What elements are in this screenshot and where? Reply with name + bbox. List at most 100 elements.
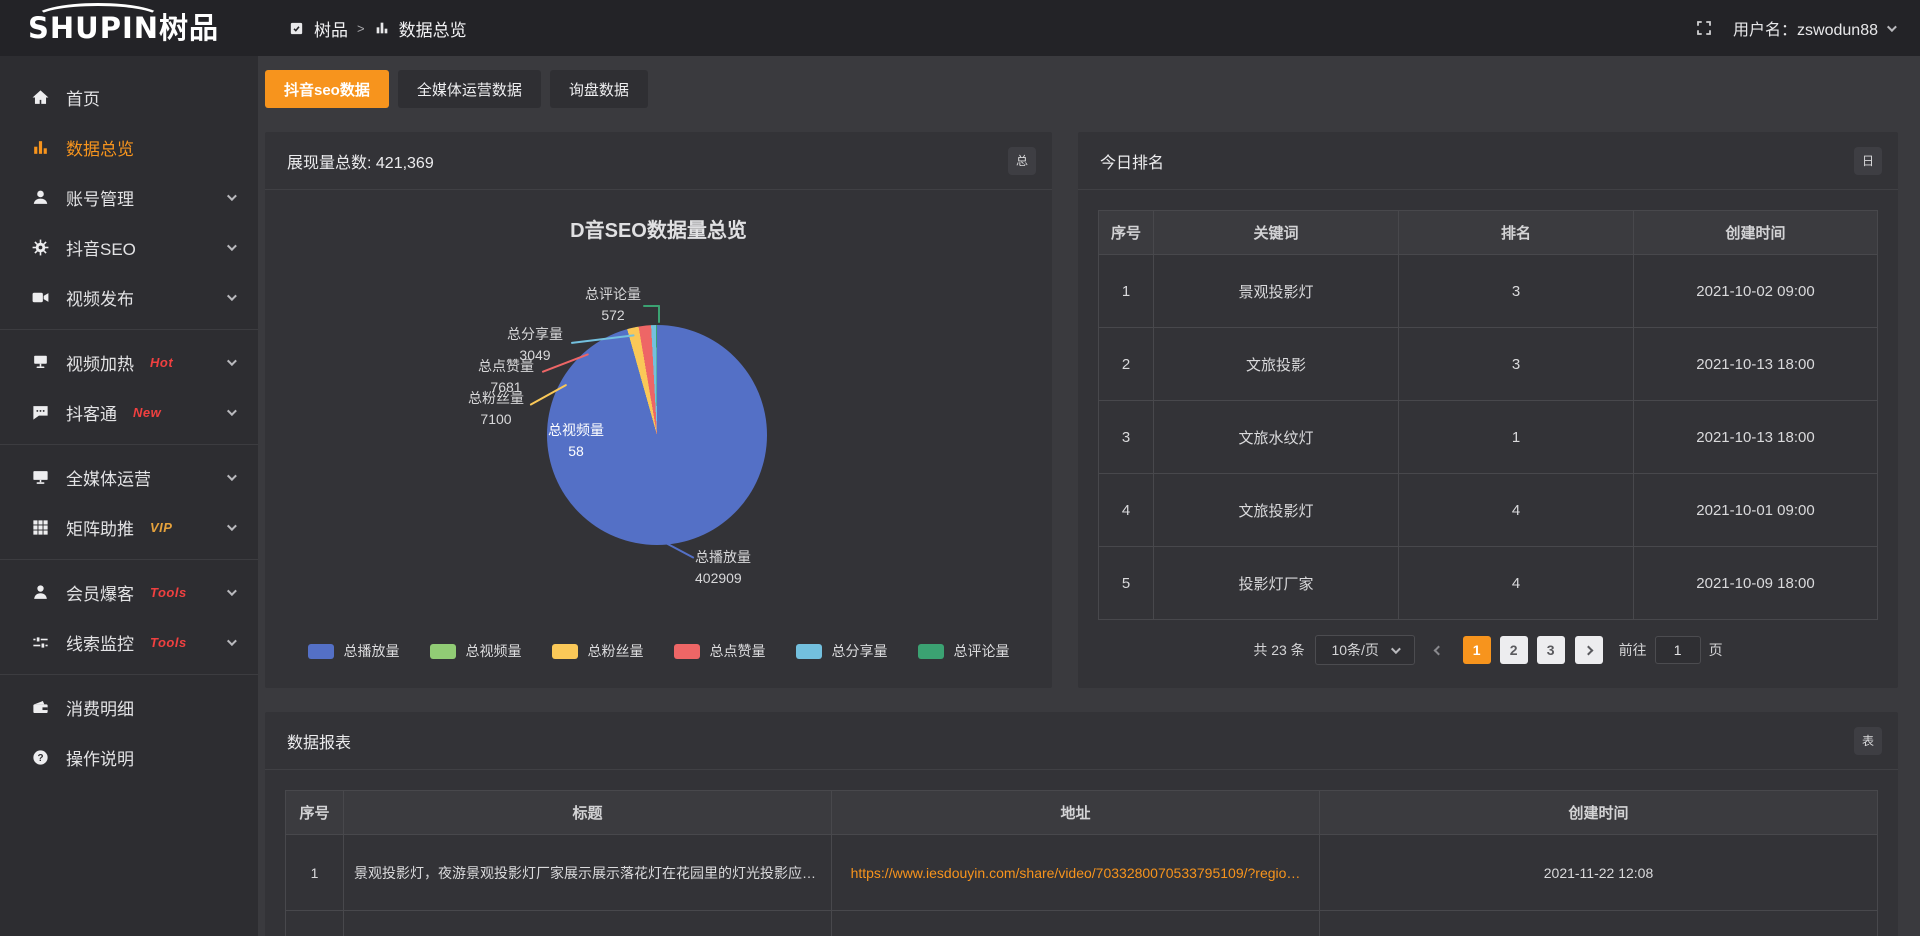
legend-label: 总视频量 <box>466 641 522 661</box>
sidebar-item-clue-monitor[interactable]: 线索监控 Tools <box>0 617 258 667</box>
sidebar-item-video-publish[interactable]: 视频发布 <box>0 272 258 322</box>
chevron-down-icon <box>227 191 237 201</box>
goto-page-input[interactable] <box>1655 636 1701 664</box>
column-header: 序号 <box>286 791 344 835</box>
table-row: 2文旅投影32021-10-13 18:00 <box>1099 328 1878 401</box>
sidebar-item-help[interactable]: ? 操作说明 <box>0 732 258 782</box>
ranking-table-head: 序号关键词排名创建时间 <box>1099 211 1878 255</box>
pie-chart-area: D音SEO数据量总览 总评论量572 总分享量3049 总点赞量7681 <box>265 190 1052 687</box>
ranking-table-body: 1景观投影灯32021-10-02 09:002文旅投影32021-10-13 … <box>1099 255 1878 620</box>
leader-line <box>664 541 695 559</box>
tab-inquiry-data[interactable]: 询盘数据 <box>550 70 648 108</box>
app-logo[interactable]: SHUPIN树品 <box>0 0 258 56</box>
tab-douyin-seo-data[interactable]: 抖音seo数据 <box>265 70 389 108</box>
table-cell: 1 <box>1399 401 1634 474</box>
legend-item[interactable]: 总分享量 <box>796 641 888 661</box>
legend-item[interactable]: 总视频量 <box>430 641 522 661</box>
legend-item[interactable]: 总播放量 <box>308 641 400 661</box>
ranking-table: 序号关键词排名创建时间 1景观投影灯32021-10-02 09:002文旅投影… <box>1098 210 1878 620</box>
next-page-button[interactable] <box>1575 636 1603 664</box>
table-row: 5投影灯厂家42021-10-09 18:00 <box>1099 547 1878 620</box>
user-menu[interactable]: 用户名：zswodun88 <box>1733 16 1894 40</box>
tab-media-operation-data[interactable]: 全媒体运营数据 <box>398 70 541 108</box>
chart-icon <box>30 137 50 157</box>
sidebar-item-home[interactable]: 首页 <box>0 72 258 122</box>
member-icon <box>30 582 50 602</box>
pie-label-play: 总播放量402909 <box>695 547 785 589</box>
legend-swatch <box>796 644 822 659</box>
sidebar-item-video-heat[interactable]: 视频加热Hot <box>0 337 258 387</box>
sidebar-item-doukertong[interactable]: 抖客通New <box>0 387 258 437</box>
pie-label-video: 总视频量58 <box>545 420 607 462</box>
sidebar-item-badge: Tools <box>150 585 187 600</box>
legend-swatch <box>918 644 944 659</box>
table-row: 1景观投影灯，夜游景观投影灯厂家展示展示落花灯在花园里的灯光投影应用效果 #…h… <box>286 835 1878 911</box>
report-table-body: 1景观投影灯，夜游景观投影灯厂家展示展示落花灯在花园里的灯光投影应用效果 #…h… <box>286 835 1878 936</box>
sidebar-item-badge: Hot <box>150 355 173 370</box>
sidebar-item-matrix-boost[interactable]: 矩阵助推VIP <box>0 502 258 552</box>
panels-row: 展现量总数: 421,369 总 D音SEO数据量总览 总评论量572 总分享量… <box>265 132 1898 688</box>
legend-swatch <box>674 644 700 659</box>
report-badge-button[interactable]: 表 <box>1854 727 1882 755</box>
table-row <box>286 911 1878 936</box>
monitor-icon <box>30 467 50 487</box>
column-header: 序号 <box>1099 211 1154 255</box>
report-panel: 数据报表 表 序号标题地址创建时间 1景观投影灯，夜游景观投影灯厂家展示展示落花… <box>265 712 1898 936</box>
sidebar-menu: 首页数据总览账号管理抖音SEO 视频发布视频加热Hot抖客通New 全媒体运营矩阵助… <box>0 56 258 936</box>
chevron-down-icon <box>227 521 237 531</box>
video-icon <box>30 287 50 307</box>
prev-page-button[interactable] <box>1425 636 1453 664</box>
table-cell: 1 <box>1099 255 1154 328</box>
table-row: 1景观投影灯32021-10-02 09:00 <box>1099 255 1878 328</box>
column-header: 地址 <box>832 791 1320 835</box>
sidebar-item-label: 数据总览 <box>66 135 134 160</box>
page-size-select[interactable]: 10条/页 <box>1315 635 1415 665</box>
report-title: 数据报表 <box>287 729 351 753</box>
overview-badge-button[interactable]: 总 <box>1008 147 1036 175</box>
legend-item[interactable]: 总评论量 <box>918 641 1010 661</box>
sidebar-item-label: 首页 <box>66 85 100 110</box>
overview-panel: 展现量总数: 421,369 总 D音SEO数据量总览 总评论量572 总分享量… <box>265 132 1052 688</box>
fullscreen-icon[interactable] <box>1695 19 1713 37</box>
sidebar-item-badge: New <box>133 405 161 420</box>
breadcrumb-root[interactable]: 树品 <box>314 16 348 41</box>
legend-item[interactable]: 总粉丝量 <box>552 641 644 661</box>
sidebar-item-label: 抖音SEO <box>66 235 136 260</box>
chevron-down-icon <box>227 406 237 416</box>
report-title-cell: 景观投影灯，夜游景观投影灯厂家展示展示落花灯在花园里的灯光投影应用效果 #… <box>344 835 832 911</box>
page-button-1[interactable]: 1 <box>1463 636 1491 664</box>
video-link[interactable]: https://www.iesdouyin.com/share/video/70… <box>851 865 1301 881</box>
ranking-panel: 今日排名 日 序号关键词排名创建时间 1景观投影灯32021-10-02 09:… <box>1078 132 1898 688</box>
report-panel-header: 数据报表 表 <box>265 712 1898 770</box>
breadcrumb: 树品 > 数据总览 <box>288 16 467 41</box>
sidebar-item-douyin-seo[interactable]: 抖音SEO <box>0 222 258 272</box>
sidebar-item-consume-detail[interactable]: 消费明细 <box>0 682 258 732</box>
table-cell: 4 <box>1399 474 1634 547</box>
chevron-down-icon <box>1887 22 1897 32</box>
gear-icon <box>30 237 50 257</box>
column-header: 关键词 <box>1154 211 1399 255</box>
sidebar-item-badge: Tools <box>150 635 187 650</box>
goto-label: 前往 <box>1619 640 1647 660</box>
table-cell: 2021-10-13 18:00 <box>1634 328 1878 401</box>
sidebar-item-data-overview[interactable]: 数据总览 <box>0 122 258 172</box>
table-cell: 景观投影灯 <box>1154 255 1399 328</box>
page-button-3[interactable]: 3 <box>1537 636 1565 664</box>
table-cell: 2021-10-02 09:00 <box>1634 255 1878 328</box>
sidebar-item-account-manage[interactable]: 账号管理 <box>0 172 258 222</box>
tab-bar: 抖音seo数据全媒体运营数据询盘数据 <box>265 70 1898 108</box>
breadcrumb-current: 数据总览 <box>399 16 467 41</box>
sidebar-item-member-explode[interactable]: 会员爆客Tools <box>0 567 258 617</box>
page-button-2[interactable]: 2 <box>1500 636 1528 664</box>
svg-text:?: ? <box>37 752 43 763</box>
leader-line <box>658 305 660 323</box>
pagination: 共 23 条 10条/页 123 前往 页 <box>1098 635 1878 665</box>
legend-item[interactable]: 总点赞量 <box>674 641 766 661</box>
breadcrumb-separator: > <box>357 21 365 36</box>
sidebar-item-label: 操作说明 <box>66 745 134 770</box>
ranking-badge-button[interactable]: 日 <box>1854 147 1882 175</box>
sidebar-item-media-operation[interactable]: 全媒体运营 <box>0 452 258 502</box>
layout: 首页数据总览账号管理抖音SEO 视频发布视频加热Hot抖客通New 全媒体运营矩阵助… <box>0 56 1920 936</box>
sidebar-item-label: 线索监控 <box>66 630 134 655</box>
chart-legend: 总播放量 总视频量 总粉丝量 总点赞量 总分享量 总评论量 <box>265 641 1052 661</box>
